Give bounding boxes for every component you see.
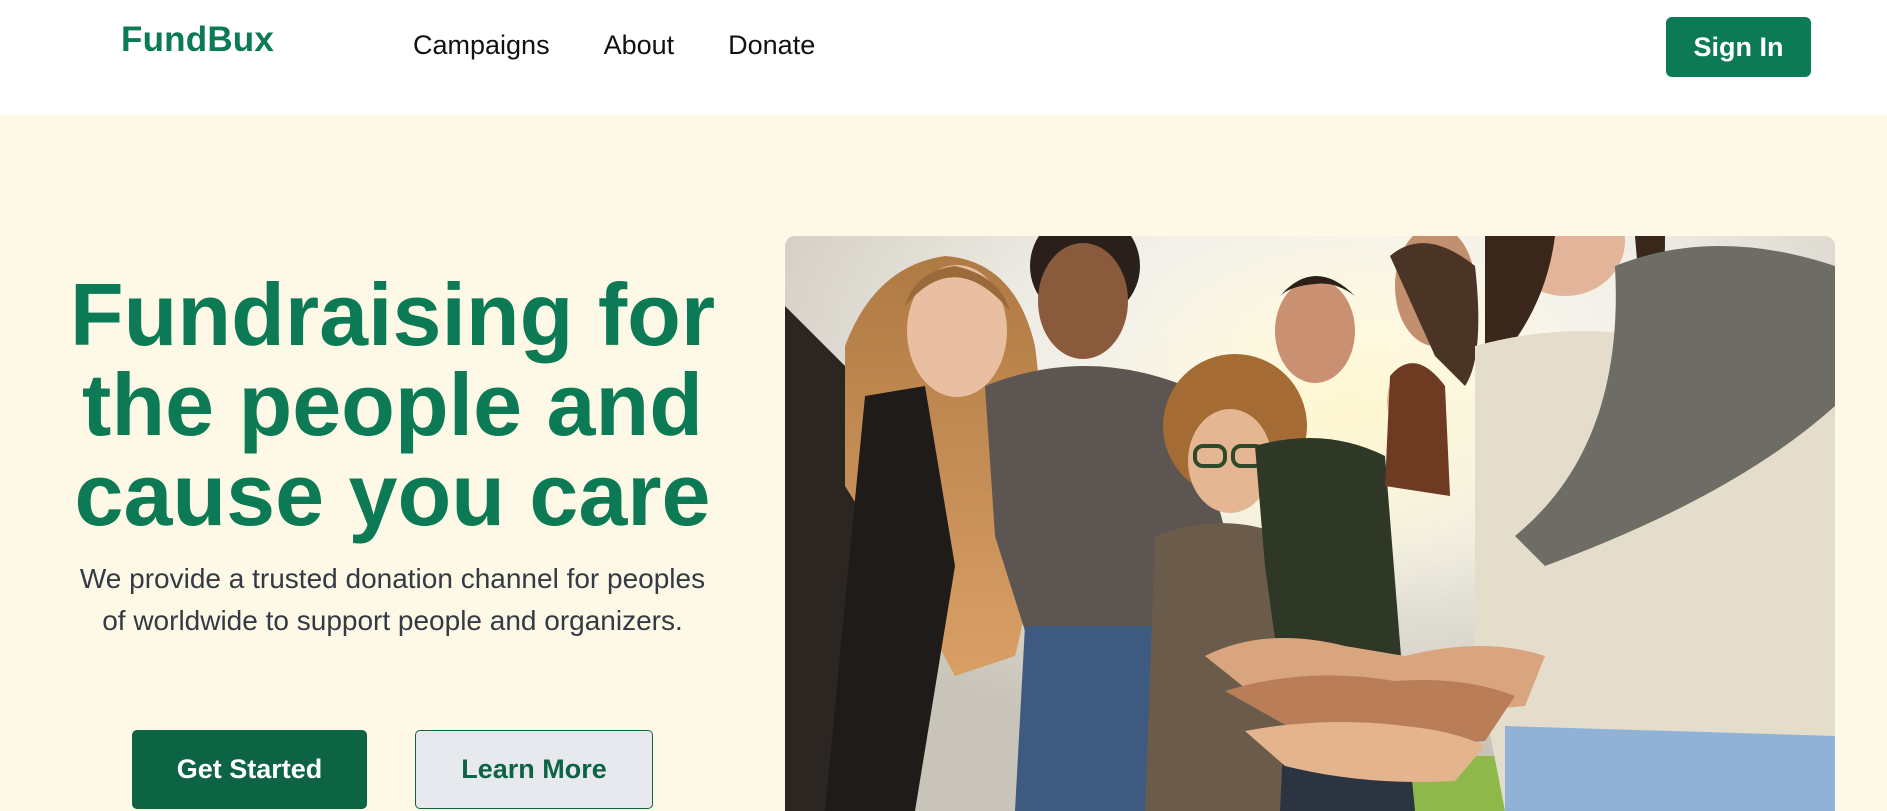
nav-item-campaigns[interactable]: Campaigns bbox=[413, 30, 550, 61]
hero-title-line: cause you care bbox=[74, 445, 711, 544]
hero-photo bbox=[785, 236, 1835, 811]
brand-logo[interactable]: FundBux bbox=[121, 20, 274, 60]
hero-title-line: the people and bbox=[82, 355, 703, 454]
hero-title: Fundraising for the people and cause you… bbox=[40, 270, 745, 540]
hero-section: Fundraising for the people and cause you… bbox=[0, 115, 1887, 811]
learn-more-button[interactable]: Learn More bbox=[415, 730, 653, 809]
hero-subtitle: We provide a trusted donation channel fo… bbox=[79, 563, 706, 636]
sign-in-button[interactable]: Sign In bbox=[1666, 17, 1811, 77]
nav-item-about[interactable]: About bbox=[604, 30, 675, 61]
get-started-button[interactable]: Get Started bbox=[132, 730, 367, 809]
site-header: FundBux Campaigns About Donate Sign In bbox=[0, 0, 1887, 115]
main-nav: Campaigns About Donate bbox=[413, 30, 815, 61]
hero-photo-illustration bbox=[785, 236, 1835, 811]
hero-title-line: Fundraising for bbox=[69, 265, 716, 364]
nav-item-donate[interactable]: Donate bbox=[728, 30, 815, 61]
